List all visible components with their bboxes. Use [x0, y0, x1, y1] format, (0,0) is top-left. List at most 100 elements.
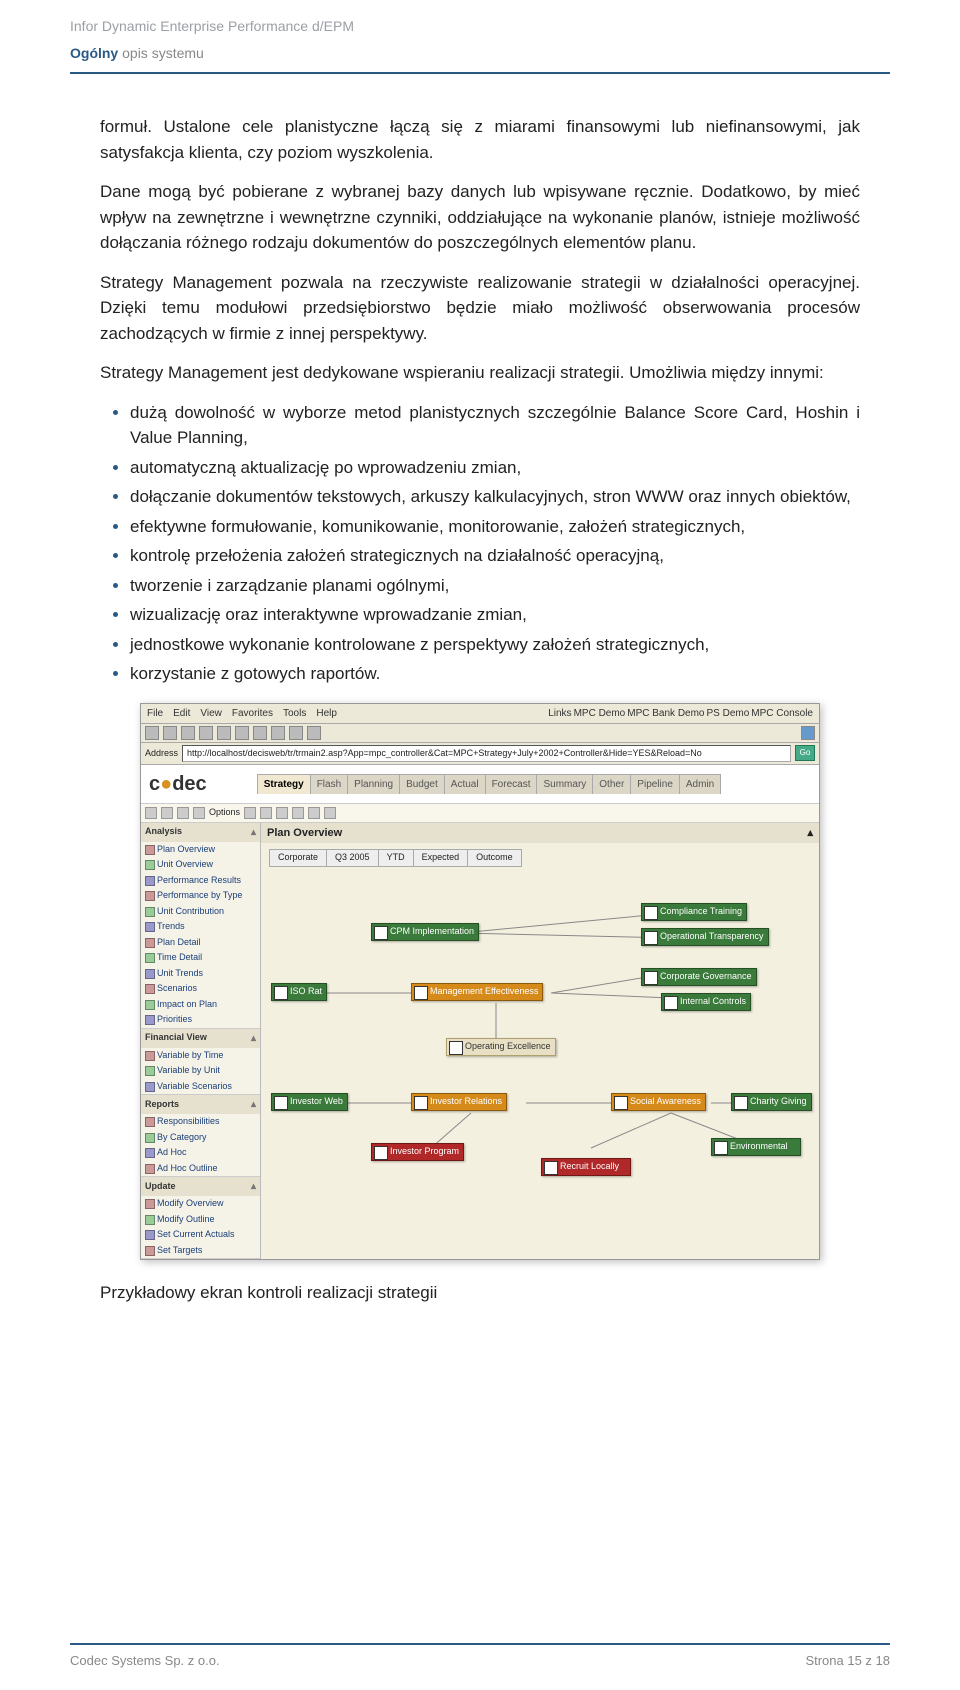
sub-icon[interactable]: [193, 807, 205, 819]
sidebar-item[interactable]: Variable by Unit: [141, 1063, 260, 1079]
header-subtitle-rest: opis systemu: [118, 45, 204, 61]
sidebar-item[interactable]: By Category: [141, 1130, 260, 1146]
sidebar-item[interactable]: Trends: [141, 919, 260, 935]
sidebar-item[interactable]: Unit Trends: [141, 966, 260, 982]
address-input[interactable]: http://localhost/decisweb/tr/trmain2.asp…: [182, 745, 791, 763]
node-environmental[interactable]: Environmental: [711, 1138, 801, 1156]
tab-strategy[interactable]: Strategy: [257, 774, 311, 794]
filter-outcome[interactable]: Outcome: [467, 849, 522, 867]
node-recruit-locally[interactable]: Recruit Locally: [541, 1158, 631, 1176]
filter-corporate[interactable]: Corporate: [269, 849, 327, 867]
history-icon[interactable]: [271, 726, 285, 740]
node-social-awareness[interactable]: Social Awareness: [611, 1093, 706, 1111]
sub-icon[interactable]: [161, 807, 173, 819]
sub-icon[interactable]: [276, 807, 288, 819]
search-icon[interactable]: [235, 726, 249, 740]
sub-icon[interactable]: [324, 807, 336, 819]
tab-forecast[interactable]: Forecast: [485, 774, 538, 794]
go-button[interactable]: Go: [795, 745, 815, 761]
sub-icon[interactable]: [177, 807, 189, 819]
sidebar-item[interactable]: Modify Overview: [141, 1196, 260, 1212]
menu-edit[interactable]: Edit: [173, 706, 190, 721]
sidebar-item[interactable]: Impact on Plan: [141, 997, 260, 1013]
filter-ytd[interactable]: YTD: [378, 849, 414, 867]
mail-icon[interactable]: [289, 726, 303, 740]
menu-view[interactable]: View: [200, 706, 222, 721]
sidebar-section-reports[interactable]: Reports▴: [141, 1095, 260, 1114]
tab-planning[interactable]: Planning: [347, 774, 400, 794]
tab-actual[interactable]: Actual: [444, 774, 486, 794]
collapse-icon[interactable]: ▴: [251, 1179, 256, 1194]
tab-other[interactable]: Other: [592, 774, 631, 794]
sub-icon[interactable]: [308, 807, 320, 819]
options-dropdown[interactable]: Options: [209, 806, 240, 820]
node-investor-program[interactable]: Investor Program: [371, 1143, 464, 1161]
sidebar-item[interactable]: Responsibilities: [141, 1114, 260, 1130]
sidebar-section-financial[interactable]: Financial View▴: [141, 1029, 260, 1048]
node-management-effectiveness[interactable]: Management Effectiveness: [411, 983, 543, 1001]
node-investor-relations[interactable]: Investor Relations: [411, 1093, 507, 1111]
link-mpc-demo[interactable]: MPC Demo: [574, 706, 626, 721]
node-internal-controls[interactable]: Internal Controls: [661, 993, 751, 1011]
sidebar-item[interactable]: Ad Hoc Outline: [141, 1161, 260, 1177]
tab-flash[interactable]: Flash: [310, 774, 348, 794]
link-mpc-bank[interactable]: MPC Bank Demo: [627, 706, 704, 721]
node-iso-rat[interactable]: ISO Rat: [271, 983, 327, 1001]
home-icon[interactable]: [217, 726, 231, 740]
sub-icon[interactable]: [145, 807, 157, 819]
sidebar-item[interactable]: Unit Overview: [141, 857, 260, 873]
node-corporate-governance[interactable]: Corporate Governance: [641, 968, 757, 986]
filter-expected[interactable]: Expected: [413, 849, 469, 867]
back-icon[interactable]: [145, 726, 159, 740]
sub-icon[interactable]: [292, 807, 304, 819]
sidebar-item[interactable]: Variable by Time: [141, 1048, 260, 1064]
tab-summary[interactable]: Summary: [536, 774, 593, 794]
sidebar-item[interactable]: Set Current Actuals: [141, 1227, 260, 1243]
sidebar-item[interactable]: Priorities: [141, 1012, 260, 1028]
collapse-icon[interactable]: ▴: [251, 1097, 256, 1112]
stop-icon[interactable]: [181, 726, 195, 740]
print-icon[interactable]: [307, 726, 321, 740]
sidebar-item[interactable]: Performance Results: [141, 873, 260, 889]
sidebar-item[interactable]: Variable Scenarios: [141, 1079, 260, 1095]
sidebar-section-update[interactable]: Update▴: [141, 1177, 260, 1196]
node-cpm-implementation[interactable]: CPM Implementation: [371, 923, 479, 941]
menu-favorites[interactable]: Favorites: [232, 706, 273, 721]
sidebar-item[interactable]: Plan Detail: [141, 935, 260, 951]
sidebar-item[interactable]: Time Detail: [141, 950, 260, 966]
sidebar-section-analysis[interactable]: Analysis▴: [141, 823, 260, 842]
sidebar-item[interactable]: Set Targets: [141, 1243, 260, 1259]
sidebar-item[interactable]: Modify Outline: [141, 1212, 260, 1228]
link-ps-demo[interactable]: PS Demo: [707, 706, 750, 721]
sidebar-item[interactable]: Plan Overview: [141, 842, 260, 858]
collapse-icon[interactable]: ▴: [807, 825, 813, 842]
tab-admin[interactable]: Admin: [679, 774, 721, 794]
strategy-canvas: Plan Overview▴ Corporate Q3 2005 YTD Exp…: [261, 823, 819, 1260]
list-item: kontrolę przełożenia założeń strategiczn…: [130, 543, 860, 569]
tab-budget[interactable]: Budget: [399, 774, 445, 794]
menu-help[interactable]: Help: [316, 706, 337, 721]
favorites-icon[interactable]: [253, 726, 267, 740]
sidebar-item[interactable]: Unit Contribution: [141, 904, 260, 920]
node-compliance-training[interactable]: Compliance Training: [641, 903, 747, 921]
node-charity-giving[interactable]: Charity Giving: [731, 1093, 812, 1111]
forward-icon[interactable]: [163, 726, 177, 740]
sidebar-item[interactable]: Scenarios: [141, 981, 260, 997]
node-investor-web[interactable]: Investor Web: [271, 1093, 348, 1111]
menu-file[interactable]: File: [147, 706, 163, 721]
collapse-icon[interactable]: ▴: [251, 1031, 256, 1046]
filter-q3-2005[interactable]: Q3 2005: [326, 849, 379, 867]
paragraph: Strategy Management pozwala na rzeczywis…: [100, 270, 860, 347]
link-mpc-console[interactable]: MPC Console: [751, 706, 813, 721]
sidebar-item[interactable]: Performance by Type: [141, 888, 260, 904]
list-item: dołączanie dokumentów tekstowych, arkusz…: [130, 484, 860, 510]
refresh-icon[interactable]: [199, 726, 213, 740]
node-operational-transparency[interactable]: Operational Transparency: [641, 928, 769, 946]
sub-icon[interactable]: [260, 807, 272, 819]
sidebar-item[interactable]: Ad Hoc: [141, 1145, 260, 1161]
collapse-icon[interactable]: ▴: [251, 825, 256, 840]
node-operating-excellence[interactable]: Operating Excellence: [446, 1038, 556, 1056]
tab-pipeline[interactable]: Pipeline: [630, 774, 680, 794]
sub-icon[interactable]: [244, 807, 256, 819]
menu-tools[interactable]: Tools: [283, 706, 306, 721]
